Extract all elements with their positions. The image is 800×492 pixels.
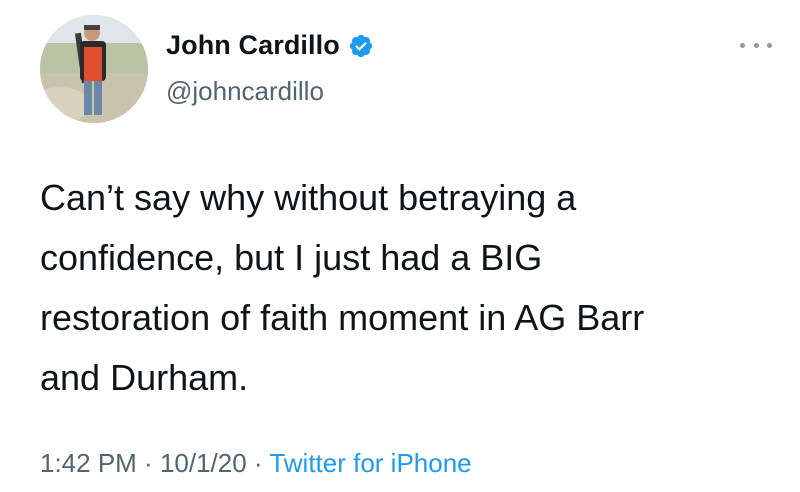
more-dot (753, 42, 759, 48)
avatar[interactable] (40, 15, 148, 123)
more-dot (740, 42, 745, 48)
tweet-card: John Cardillo @johncardillo Can’t say wh… (0, 0, 800, 492)
meta-separator: · (246, 448, 270, 478)
tweet-text: Can’t say why without betraying a confid… (40, 177, 645, 398)
tweet-meta: 1:42 PM · 10/1/20 · Twitter for iPhone (40, 448, 472, 479)
author-name-row: John Cardillo (166, 30, 374, 61)
verified-badge-icon (348, 33, 374, 59)
more-dot (767, 42, 772, 48)
tweet-source-link[interactable]: Twitter for iPhone (269, 448, 471, 478)
more-options-icon[interactable] (740, 38, 772, 52)
tweet-time[interactable]: 1:42 PM (40, 448, 137, 478)
tweet-date[interactable]: 10/1/20 (160, 448, 247, 478)
avatar-photo (40, 15, 148, 123)
author-display-name[interactable]: John Cardillo (166, 30, 340, 61)
meta-separator: · (136, 448, 160, 478)
author-handle[interactable]: @johncardillo (166, 76, 324, 107)
